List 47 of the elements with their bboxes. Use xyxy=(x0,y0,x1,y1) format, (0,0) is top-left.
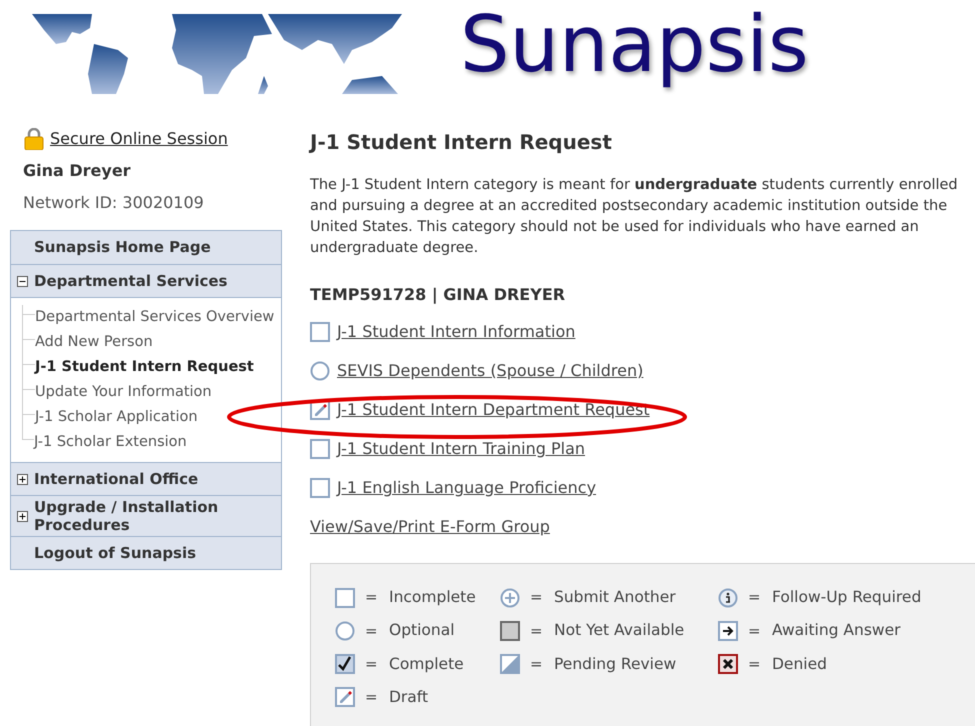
nav-subitem[interactable]: J-1 Scholar Application xyxy=(35,405,198,430)
eform-group-link[interactable]: View/Save/Print E-Form Group xyxy=(310,515,975,539)
equals-sign: = xyxy=(365,620,379,642)
form-link[interactable]: SEVIS Dependents (Spouse / Children) xyxy=(337,360,644,382)
nav-subitem[interactable]: J-1 Student Intern Request xyxy=(35,355,254,380)
nav-link[interactable]: Sunapsis Home Page xyxy=(11,231,281,264)
network-id: Network ID: 30020109 xyxy=(23,192,205,214)
equals-sign: = xyxy=(530,620,544,642)
nav-subitem[interactable]: J-1 Scholar Extension xyxy=(34,430,187,455)
form-link[interactable]: J-1 Student Intern Training Plan xyxy=(337,438,586,460)
form-link[interactable]: J-1 English Language Proficiency xyxy=(337,477,596,499)
nav-link[interactable]: Logout of Sunapsis xyxy=(11,536,281,569)
legend-label: Incomplete xyxy=(389,587,476,608)
legend-label: Awaiting Answer xyxy=(772,620,901,642)
equals-sign: = xyxy=(530,654,544,675)
expand-icon[interactable] xyxy=(17,474,28,484)
equals-sign: = xyxy=(365,654,379,675)
nav-subitem[interactable]: Departmental Services Overview xyxy=(35,305,274,330)
legend-label: Complete xyxy=(389,654,464,674)
nav-subitem[interactable]: Add New Person xyxy=(35,330,153,355)
equals-sign: = xyxy=(748,620,762,642)
legend-label: Follow-Up Required xyxy=(772,587,922,608)
legend-label: Optional xyxy=(389,620,455,642)
page-title: J-1 Student Intern Request xyxy=(310,129,613,156)
nav-group-header[interactable]: Upgrade / Installation Procedures xyxy=(11,495,281,536)
legend-label: Pending Review xyxy=(554,654,676,674)
expand-icon[interactable] xyxy=(17,510,28,522)
legend-label: Denied xyxy=(772,654,827,674)
nav-subitem[interactable]: Update Your Information xyxy=(35,380,212,405)
form-link[interactable]: J-1 Student Intern Information xyxy=(337,321,576,343)
legend-label: Not Yet Available xyxy=(554,620,684,642)
description-text: The J-1 Student Intern category is meant for undergraduate students currently enrolled and pursuing a degree at an accredited postsecondary academic institution outside the United States. This category should not be used for individuals who have earned an undergraduate degree. xyxy=(310,176,959,258)
lock-icon xyxy=(24,128,44,150)
equals-sign: = xyxy=(365,587,379,608)
equals-sign: = xyxy=(748,587,762,608)
equals-sign: = xyxy=(748,654,762,675)
user-name: Gina Dreyer xyxy=(23,160,132,182)
equals-sign: = xyxy=(530,587,544,608)
nav-group-header[interactable]: International Office xyxy=(11,462,281,495)
secure-session-link[interactable]: Secure Online Session xyxy=(50,127,228,151)
site-title: Sunapsis xyxy=(460,0,809,90)
nav-group-header[interactable]: Departmental Services xyxy=(11,264,281,297)
equals-sign: = xyxy=(365,687,379,708)
record-heading: TEMP591728 | GINA DREYER xyxy=(310,284,566,306)
legend-label: Submit Another xyxy=(554,587,676,608)
collapse-icon[interactable] xyxy=(17,276,28,286)
legend-label: Draft xyxy=(389,686,428,708)
